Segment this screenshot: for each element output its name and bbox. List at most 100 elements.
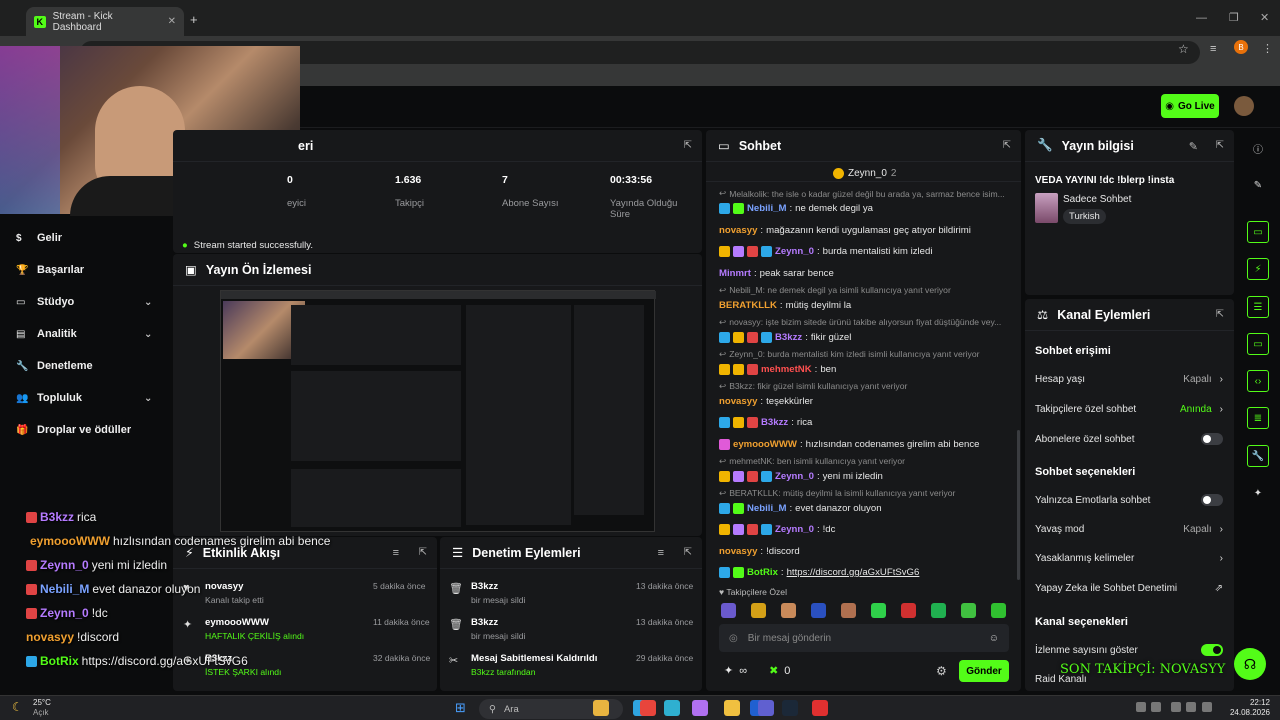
wifi-icon[interactable] xyxy=(1171,702,1181,712)
setting-control[interactable] xyxy=(1201,644,1223,656)
chat-message[interactable]: Nebili_M: ne demek degil ya xyxy=(719,203,873,214)
channel-setting-row[interactable]: Abonelere özel sohbet xyxy=(1035,433,1223,445)
activity-row[interactable]: 🗑 B3kzz bir mesajı sildi 13 dakika önce xyxy=(449,617,693,641)
chat-message[interactable]: B3kzz: rica xyxy=(719,417,812,428)
weather-widget[interactable]: 25°C Açık xyxy=(33,698,51,718)
camera-icon[interactable]: ▭ xyxy=(1247,221,1269,243)
new-tab-button[interactable]: + xyxy=(190,12,198,27)
chevron-down-icon[interactable]: ⌄ xyxy=(144,297,152,308)
sidebar-item-0[interactable]: $ Gelir xyxy=(16,228,62,248)
activity-row[interactable]: 🗑 B3kzz bir mesajı sildi 13 dakika önce xyxy=(449,581,693,605)
windows-start-icon[interactable]: ⊞ xyxy=(455,700,466,716)
emote-icon[interactable] xyxy=(751,603,766,618)
emote-icon[interactable] xyxy=(871,603,886,618)
steam-icon[interactable] xyxy=(782,700,798,716)
edge-browser-icon[interactable] xyxy=(664,700,680,716)
channel-setting-row[interactable]: İzlenme sayısını göster xyxy=(1035,644,1223,656)
pencil-icon[interactable]: ✎ xyxy=(1247,174,1269,196)
setting-control[interactable]: Anında › xyxy=(1180,404,1223,415)
chat-message[interactable]: mehmetNK: ben xyxy=(719,363,836,375)
send-button[interactable]: Gönder xyxy=(959,660,1009,682)
points-icon[interactable]: ✦ xyxy=(1247,482,1269,504)
message-icon[interactable]: ▭ xyxy=(1247,333,1269,355)
filter-icon[interactable]: ≡ xyxy=(393,547,399,559)
chat-settings-icon[interactable]: ⚙ xyxy=(936,664,947,678)
folder-icon[interactable] xyxy=(593,700,609,716)
battery-icon[interactable] xyxy=(1202,702,1212,712)
volume-icon[interactable] xyxy=(1186,702,1196,712)
kick-points[interactable]: ✦ ∞ ✖ 0 xyxy=(724,664,790,678)
setting-control[interactable] xyxy=(1201,494,1223,506)
user-avatar[interactable] xyxy=(1234,96,1254,116)
chat-message[interactable]: B3kzz: fikir güzel xyxy=(719,331,851,343)
pinned-user[interactable]: Zeynn_0 2 xyxy=(833,168,896,179)
setting-control[interactable]: › xyxy=(1220,553,1223,564)
emote-icon[interactable] xyxy=(931,603,946,618)
chevron-down-icon[interactable]: ⌄ xyxy=(144,393,152,404)
popout-icon[interactable]: ⇱ xyxy=(1216,309,1224,320)
chat-username[interactable]: BotRix xyxy=(747,567,778,578)
chevron-down-icon[interactable]: ⌄ xyxy=(144,329,152,340)
chat-scrollbar[interactable] xyxy=(1017,430,1020,580)
game-icon[interactable] xyxy=(812,700,828,716)
copilot-icon[interactable] xyxy=(692,700,708,716)
chat-message[interactable]: novasyy: !discord xyxy=(719,546,800,557)
emote-icon[interactable] xyxy=(961,603,976,618)
chat-message[interactable]: novasyy: teşekkürler xyxy=(719,396,813,407)
chat-username[interactable]: B3kzz xyxy=(761,417,788,428)
minimize-button[interactable]: — xyxy=(1196,12,1207,24)
channel-setting-row[interactable]: Hesap yaşı Kapalı › xyxy=(1035,374,1223,385)
mic-icon[interactable] xyxy=(1151,702,1161,712)
emote-icon[interactable] xyxy=(901,603,916,618)
chat-username[interactable]: B3kzz xyxy=(775,332,802,343)
emoji-icon[interactable]: ☺ xyxy=(989,633,999,644)
info-icon[interactable]: ⓘ xyxy=(1247,137,1269,159)
chat-username[interactable]: Zeynn_0 xyxy=(775,471,814,482)
sidebar-item-3[interactable]: ▤ Analitik ⌄ xyxy=(16,324,152,344)
chat-username[interactable]: Zeynn_0 xyxy=(775,246,814,257)
chat-message[interactable]: BERATKLLK: mütiş deyilmi la xyxy=(719,300,851,311)
toggle-switch[interactable] xyxy=(1201,433,1223,445)
chat-message[interactable]: novasyy: mağazanın kendi uygulaması geç a… xyxy=(719,225,971,236)
close-tab-icon[interactable]: ✕ xyxy=(168,16,176,27)
channel-setting-row[interactable]: Yapay Zeka ile Sohbet Denetimi ⇗ xyxy=(1035,583,1223,594)
sidebar-item-1[interactable]: 🏆 Başarılar xyxy=(16,260,84,280)
close-window-button[interactable]: ✕ xyxy=(1260,11,1269,24)
emote-icon[interactable] xyxy=(991,603,1006,618)
browser-menu-icon[interactable]: ⋮ xyxy=(1262,42,1273,55)
stream-preview[interactable] xyxy=(220,290,656,532)
emote-icon[interactable] xyxy=(721,603,736,618)
sidebar-item-4[interactable]: 🔧 Denetleme xyxy=(16,356,93,376)
lightning-icon[interactable]: ⚡ xyxy=(1247,258,1269,280)
popout-icon[interactable]: ⇱ xyxy=(1003,140,1011,151)
wrench-icon[interactable]: 🔧 xyxy=(1247,445,1269,467)
emote-icon[interactable] xyxy=(811,603,826,618)
layers-icon[interactable]: ≣ xyxy=(1247,407,1269,429)
sidebar-item-2[interactable]: ▭ Stüdyo ⌄ xyxy=(16,292,152,312)
profile-avatar[interactable]: B xyxy=(1234,40,1248,54)
chat-username[interactable]: BERATKLLK xyxy=(719,300,777,311)
setting-control[interactable]: Kapalı › xyxy=(1183,374,1223,385)
clock[interactable]: 22:12 24.08.2026 xyxy=(1226,698,1270,718)
chat-text[interactable]: https://discord.gg/aGxUFtSvG6 xyxy=(787,567,920,578)
emote-icon[interactable] xyxy=(841,603,856,618)
chrome-icon[interactable] xyxy=(640,700,656,716)
support-chat-button[interactable]: ☊ xyxy=(1234,648,1266,680)
chat-input[interactable]: ◎ Bir mesaj gönderin ☺ xyxy=(719,624,1009,652)
edit-icon[interactable]: ✎ xyxy=(1189,140,1198,153)
channel-setting-row[interactable]: Takipçilere özel sohbet Anında › xyxy=(1035,404,1223,415)
maximize-button[interactable]: ❐ xyxy=(1229,11,1239,24)
popout-icon[interactable]: ⇱ xyxy=(419,547,427,558)
activity-row[interactable]: ✦ eymoooWWW HAFTALIK ÇEKİLİŞ alındı 11 daki… xyxy=(183,617,430,641)
popout-icon[interactable]: ⇱ xyxy=(1216,140,1224,151)
channel-setting-row[interactable]: Yalnızca Emotlarla sohbet xyxy=(1035,494,1223,506)
chat-message[interactable]: Minmrt: peak sarar bence xyxy=(719,268,834,279)
code-icon[interactable]: ‹› xyxy=(1247,370,1269,392)
list-icon[interactable]: ☰ xyxy=(1247,296,1269,318)
toggle-switch[interactable] xyxy=(1201,494,1223,506)
setting-control[interactable]: Kapalı › xyxy=(1183,524,1223,535)
chat-username[interactable]: novasyy xyxy=(719,396,757,407)
bookmark-star-icon[interactable]: ☆ xyxy=(1178,42,1189,56)
sidebar-item-5[interactable]: 👥 Topluluk ⌄ xyxy=(16,388,152,408)
chat-username[interactable]: Zeynn_0 xyxy=(775,524,814,535)
